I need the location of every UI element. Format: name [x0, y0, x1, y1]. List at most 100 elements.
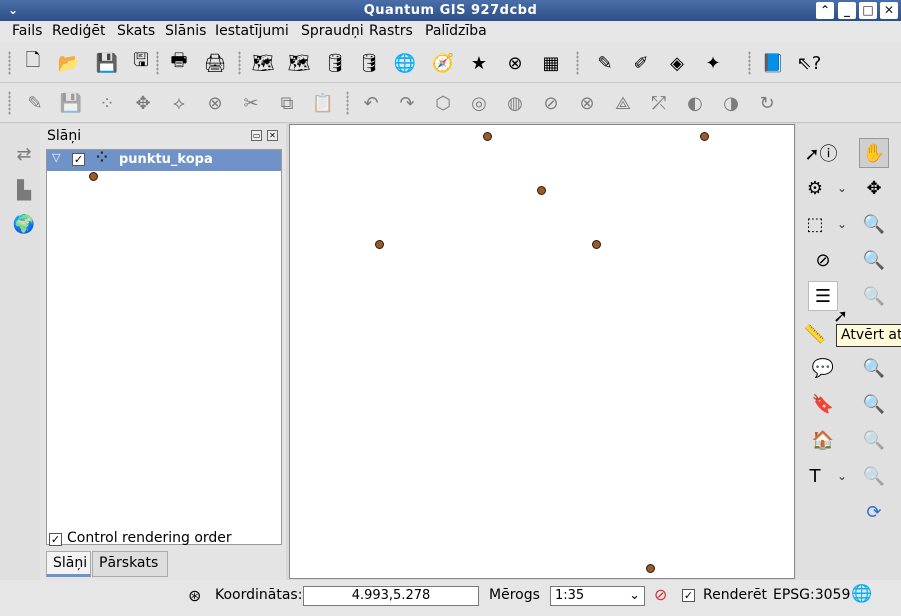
close-icon[interactable]: ✕	[880, 2, 898, 19]
toolbar-grip[interactable]	[238, 51, 241, 75]
save-edits-icon[interactable]: 💾	[58, 90, 84, 116]
annotation-tool-icon[interactable]: ◈	[664, 50, 690, 76]
layer-item-punktu-kopa[interactable]: ▽ ✓ ⁘ punktu_kopa	[47, 150, 281, 171]
toolbar-grip[interactable]	[346, 91, 349, 115]
add-spatialite-layer-icon[interactable]: 🛢	[356, 50, 382, 76]
new-bookmark-icon[interactable]: 🔖	[808, 389, 838, 419]
layer-tree[interactable]: ▽ ✓ ⁘ punktu_kopa	[46, 149, 282, 545]
add-feature-icon[interactable]: ⁘	[94, 90, 120, 116]
redo-icon[interactable]: ↷	[394, 90, 420, 116]
crs-globe-icon[interactable]: 🌐	[851, 584, 872, 604]
close-dock-icon[interactable]: ✕	[267, 130, 278, 141]
zoom-last-icon[interactable]: 🔍	[859, 281, 889, 311]
menu-skats[interactable]: Skats	[117, 23, 155, 39]
rotate-icon[interactable]: ◑	[718, 90, 744, 116]
zoom-back-icon[interactable]: 🔍	[859, 461, 889, 491]
float-dock-icon[interactable]: ▭	[251, 130, 262, 141]
edit-pencil-icon[interactable]: ✎	[22, 90, 48, 116]
toolbar-grip[interactable]	[748, 51, 751, 75]
expand-arrow-icon[interactable]: ▽	[52, 151, 60, 164]
toolbar-grip[interactable]	[576, 51, 579, 75]
split-icon[interactable]: ⤱	[646, 90, 672, 116]
scale-select[interactable]: 1:35 ⌄	[550, 586, 645, 606]
undo-icon[interactable]: ↶	[358, 90, 384, 116]
map-canvas[interactable]	[289, 124, 795, 579]
toolbar-grip[interactable]	[156, 51, 159, 75]
select-icon[interactable]: ⬚	[800, 209, 830, 239]
zoom-full-icon[interactable]: ✥	[859, 173, 889, 203]
menu-rastrs[interactable]: Rastrs	[369, 23, 413, 39]
add-wms-layer-icon[interactable]: 🌐	[392, 50, 418, 76]
deselect-icon[interactable]: ⊘	[808, 245, 838, 275]
select-dropdown-icon[interactable]: ⌄	[837, 217, 849, 231]
text-annotation-icon[interactable]: T	[800, 461, 830, 491]
copy-features-icon[interactable]: ⧉	[274, 90, 300, 116]
show-bookmarks-icon[interactable]: 🏠	[808, 425, 838, 455]
add-raster-layer-icon[interactable]: 🗺	[286, 50, 312, 76]
menu-fails[interactable]: Fails	[12, 23, 42, 39]
save-project-icon[interactable]: 💾	[94, 50, 120, 76]
stop-render-icon[interactable]: ⊘	[654, 585, 667, 604]
zoom-actual-icon[interactable]: 🔍	[859, 389, 889, 419]
label-tool-icon[interactable]: ✐	[628, 50, 654, 76]
pan-icon[interactable]: ✋	[859, 138, 889, 168]
whats-this-icon[interactable]: ⇖?	[796, 50, 822, 76]
crs-label[interactable]: EPSG:3059	[773, 587, 850, 603]
menu-palidziba[interactable]: Palīdzība	[425, 23, 487, 39]
reshape-icon[interactable]: ⟁	[610, 90, 636, 116]
render-checkbox[interactable]: ✓	[682, 589, 695, 602]
menu-slanis[interactable]: Slānis	[165, 23, 206, 39]
zoom-selection-icon[interactable]: 🔍	[859, 353, 889, 383]
action-dropdown-icon[interactable]: ⌄	[837, 181, 849, 195]
save-as-icon[interactable]: 🖫	[128, 50, 154, 76]
delete-ring-icon[interactable]: ⊘	[538, 90, 564, 116]
open-project-icon[interactable]: 📂	[56, 50, 82, 76]
layer-visibility-checkbox[interactable]: ✓	[72, 153, 85, 166]
add-vector-layer-icon[interactable]: 🗺	[250, 50, 276, 76]
new-project-icon[interactable]: 🗋	[20, 50, 46, 76]
coordinates-field[interactable]: 4.993,5.278	[303, 586, 479, 606]
toolbar-grip[interactable]	[8, 51, 11, 75]
menu-spraudni[interactable]: Spraudņi	[301, 23, 364, 39]
delete-selected-icon[interactable]: ⊗	[202, 90, 228, 116]
node-tool-icon[interactable]: ⟡	[166, 90, 192, 116]
zoom-in-icon[interactable]: 🔍	[859, 209, 889, 239]
map-tips-icon[interactable]: 💬	[808, 353, 838, 383]
redo-arrow-icon[interactable]: ↻	[754, 90, 780, 116]
map-point[interactable]	[646, 564, 655, 573]
add-wfs-layer-icon[interactable]: 🧭	[430, 50, 456, 76]
merge-icon[interactable]: ◐	[682, 90, 708, 116]
maximize-icon[interactable]: □	[859, 2, 877, 19]
identify-icon[interactable]: ➚ⓘ	[804, 138, 837, 168]
map-point[interactable]	[700, 132, 709, 141]
spellcheck-icon[interactable]: ✎	[592, 50, 618, 76]
print-composer-icon[interactable]: 🖶	[166, 50, 192, 76]
map-point[interactable]	[483, 132, 492, 141]
annotation-dropdown-icon[interactable]: ⌄	[837, 469, 849, 483]
remove-layer-icon[interactable]: ⊗	[502, 50, 528, 76]
shade-up-icon[interactable]: ⌃	[816, 2, 834, 19]
histogram-icon[interactable]: ▙	[12, 178, 36, 202]
menu-iestatijumi[interactable]: Iestatījumi	[215, 23, 289, 39]
simplify-icon[interactable]: ⬡	[430, 90, 456, 116]
print-icon[interactable]: 🖨	[202, 50, 228, 76]
measure-icon[interactable]: 📏	[800, 319, 830, 349]
add-postgis-layer-icon[interactable]: 🛢	[322, 50, 348, 76]
cut-features-icon[interactable]: ✂	[238, 90, 264, 116]
map-point[interactable]	[537, 186, 546, 195]
map-point[interactable]	[375, 240, 384, 249]
add-ring-icon[interactable]: ◎	[466, 90, 492, 116]
add-part-icon[interactable]: ◍	[502, 90, 528, 116]
tab-slani[interactable]: Slāņi	[46, 551, 91, 577]
window-menu-icon[interactable]: ⌄	[4, 2, 22, 19]
layer-order-icon[interactable]: ⇄	[12, 142, 36, 166]
toolbar-grip[interactable]	[8, 91, 11, 115]
messages-icon[interactable]: ⊛	[188, 586, 201, 605]
globe-icon[interactable]: 🌍	[12, 212, 36, 236]
new-vector-layer-icon[interactable]: ★	[466, 50, 492, 76]
map-point[interactable]	[592, 240, 601, 249]
help-icon[interactable]: 📘	[760, 50, 786, 76]
new-shapefile-icon[interactable]: ▦	[538, 50, 564, 76]
tab-parskats[interactable]: Pārskats	[92, 551, 168, 577]
action-icon[interactable]: ⚙	[800, 173, 830, 203]
